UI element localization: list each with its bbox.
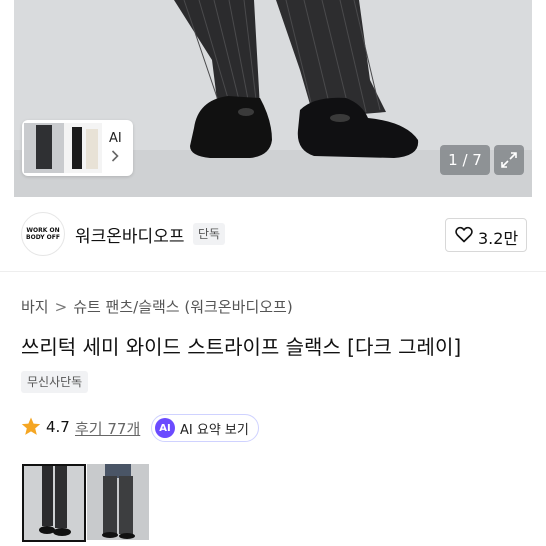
thumbnail-image [87, 464, 149, 540]
heart-icon [455, 226, 473, 243]
star-icon [21, 417, 41, 435]
ai-summary-label: AI 요약 보기 [180, 422, 249, 438]
reviews-link[interactable]: 후기 77개 [75, 418, 140, 439]
expand-icon [501, 152, 517, 168]
breadcrumb-brand[interactable]: (워크온바디오프) [184, 298, 292, 316]
ai-summary-button[interactable]: AI AI 요약 보기 [151, 414, 259, 442]
exclusive-badge: 단독 [193, 223, 226, 245]
rating-value: 4.7 [46, 418, 70, 436]
ai-style-thumbnails [24, 123, 102, 173]
chevron-right-icon [111, 150, 119, 166]
like-count: 3.2만 [478, 229, 519, 248]
ai-style-card[interactable] [22, 120, 133, 176]
product-title: 쓰리턱 세미 와이드 스트라이프 슬랙스 [다크 그레이] [21, 335, 462, 359]
brand-logo-text: WORK ON BODY OFF [26, 227, 60, 241]
image-counter: 1 / 7 [440, 145, 490, 175]
chevron-right-icon: > [54, 298, 68, 316]
thumbnail-image [24, 466, 84, 540]
breadcrumb-category[interactable]: 바지 [21, 298, 49, 316]
breadcrumb: 바지 > 슈트 팬츠/슬랙스 (워크온바디오프) [21, 296, 293, 317]
brand-logo[interactable]: WORK ON BODY OFF [21, 212, 65, 256]
expand-button[interactable] [494, 145, 524, 175]
thumbnail-2[interactable] [87, 464, 149, 540]
like-button[interactable]: 3.2만 [445, 218, 527, 252]
breadcrumb-subcategory[interactable]: 슈트 팬츠/슬랙스 [73, 298, 179, 316]
brand-name[interactable]: 워크온바디오프 [75, 222, 184, 247]
ai-style-label: AI [109, 131, 122, 146]
musinsa-exclusive-tag: 무신사단독 [21, 371, 89, 393]
section-divider [0, 271, 546, 272]
ai-badge-icon: AI [155, 418, 175, 438]
thumbnail-1[interactable] [22, 464, 86, 542]
